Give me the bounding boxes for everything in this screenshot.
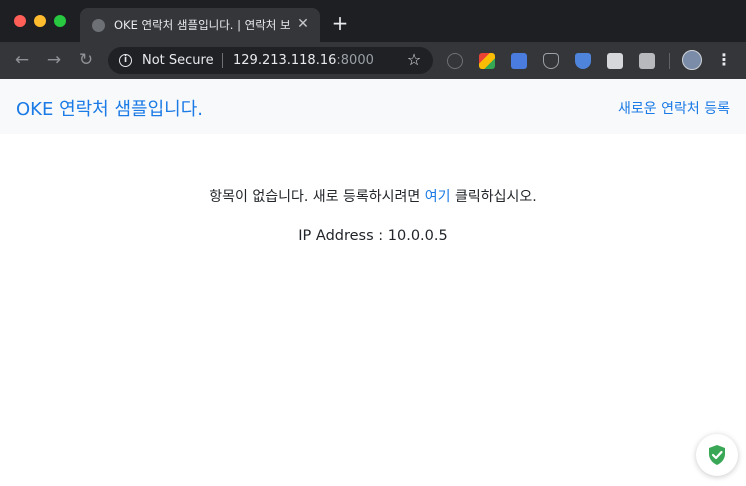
browser-tab-bar: OKE 연락처 샘플입니다. | 연락처 보 ✕ + [0, 0, 746, 42]
forward-arrow-icon[interactable]: → [43, 49, 65, 71]
url-text[interactable]: 129.213.118.16:8000 [233, 53, 374, 68]
site-navbar: OKE 연락처 샘플입니다. 새로운 연락처 등록 [0, 79, 746, 134]
brand-link[interactable]: OKE 연락처 샘플입니다. [16, 95, 203, 121]
shield-extension-icon[interactable] [575, 53, 591, 69]
close-window-button[interactable] [14, 15, 26, 27]
ip-address-text: IP Address : 10.0.0.5 [298, 228, 448, 244]
notes-icon[interactable] [607, 53, 623, 69]
drive-icon[interactable] [479, 53, 495, 69]
info-icon[interactable]: i [119, 54, 132, 67]
bookmark-extension-icon[interactable] [639, 53, 655, 69]
menu-dots-icon[interactable]: ⋮ [716, 50, 732, 70]
bookmark-star-icon[interactable]: ☆ [404, 50, 424, 70]
profile-avatar[interactable] [682, 50, 702, 70]
new-tab-button[interactable]: + [330, 12, 350, 34]
globe-icon [92, 19, 105, 32]
empty-message-suffix: 클릭하십시오. [450, 189, 537, 205]
register-contact-link[interactable]: 새로운 연락처 등록 [618, 98, 730, 118]
omnibox-divider [222, 53, 223, 68]
maximize-window-button[interactable] [54, 15, 66, 27]
url-host: 129.213.118.16 [233, 53, 337, 68]
minimize-window-button[interactable] [34, 15, 46, 27]
empty-message-text: 항목이 없습니다. 새로 등록하시려면 [209, 189, 425, 205]
url-port: :8000 [336, 53, 374, 68]
security-badge-button[interactable] [696, 434, 738, 476]
back-arrow-icon[interactable]: ← [11, 49, 33, 71]
here-link[interactable]: 여기 [425, 189, 451, 205]
shield-check-icon [709, 445, 725, 465]
empty-state-message: 항목이 없습니다. 새로 등록하시려면 여기 클릭하십시오. [0, 186, 746, 206]
browser-toolbar: ← → ↻ i Not Secure 129.213.118.16:8000 ☆… [0, 42, 746, 79]
privacy-icon[interactable] [447, 53, 463, 69]
close-tab-icon[interactable]: ✕ [295, 15, 311, 33]
security-status[interactable]: Not Secure [142, 53, 214, 68]
toolbar-divider [669, 53, 670, 69]
pocket-icon[interactable] [543, 53, 559, 69]
browser-tab[interactable]: OKE 연락처 샘플입니다. | 연락처 보 ✕ [80, 8, 320, 42]
address-bar[interactable]: i Not Secure 129.213.118.16:8000 ☆ [108, 47, 433, 74]
tab-title: OKE 연락처 샘플입니다. | 연락처 보 [114, 18, 290, 32]
translate-icon[interactable] [511, 53, 527, 69]
reload-icon[interactable]: ↻ [75, 49, 97, 71]
